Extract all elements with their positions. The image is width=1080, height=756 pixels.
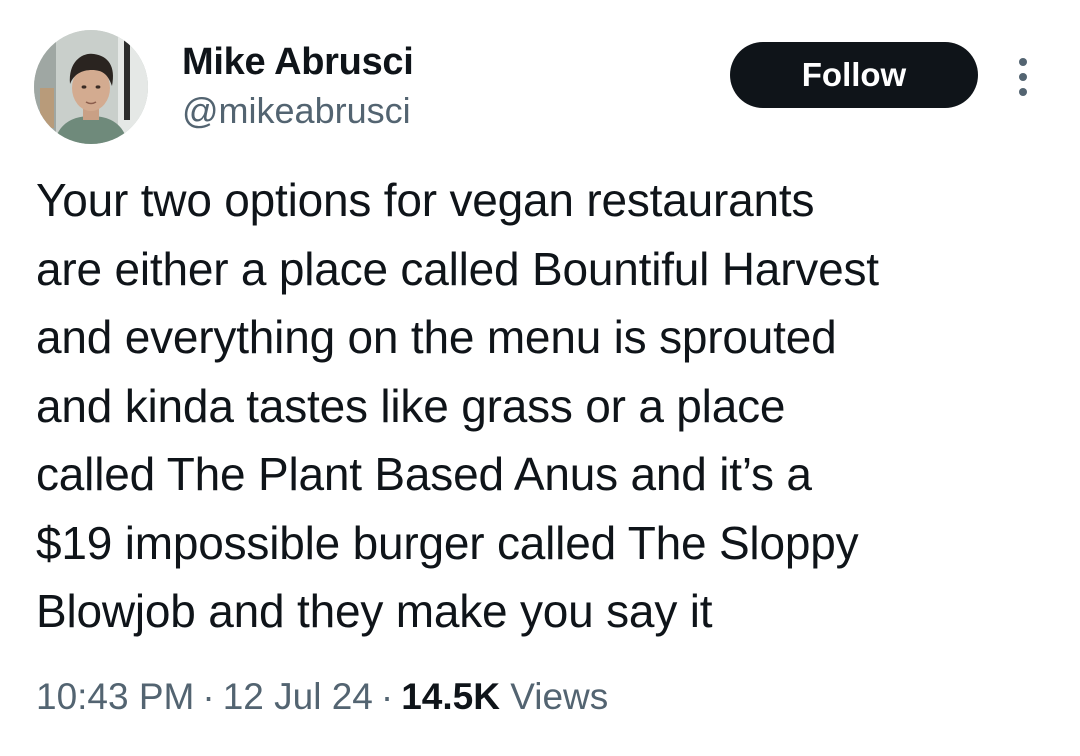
views-count[interactable]: 14.5K: [401, 676, 500, 717]
meta-separator: ·: [202, 676, 215, 717]
follow-button[interactable]: Follow: [730, 42, 978, 108]
tweet-meta: 10:43 PM · 12 Jul 24 · 14.5K Views: [36, 674, 608, 720]
avatar-image: [34, 30, 148, 144]
author-name[interactable]: Mike Abrusci: [182, 40, 414, 84]
more-vertical-icon[interactable]: [1008, 52, 1038, 102]
tweet-date[interactable]: 12 Jul 24: [223, 676, 373, 717]
author-handle[interactable]: @mikeabrusci: [182, 90, 411, 132]
views-label: Views: [510, 676, 609, 717]
tweet-time[interactable]: 10:43 PM: [36, 676, 194, 717]
meta-separator: ·: [380, 676, 394, 717]
tweet-card: Mike Abrusci @mikeabrusci Follow Your tw…: [0, 0, 1080, 756]
tweet-text: Your two options for vegan restaurants a…: [36, 174, 879, 637]
avatar[interactable]: [34, 30, 148, 144]
